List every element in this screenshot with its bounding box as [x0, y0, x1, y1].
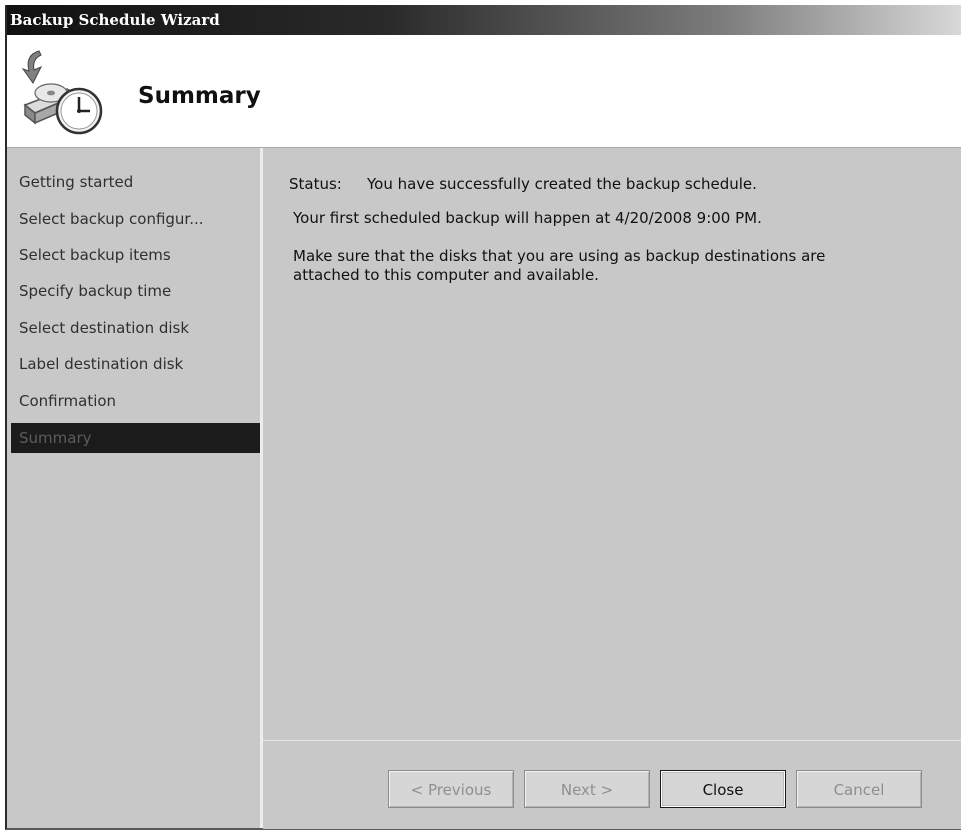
- nav-item-select-backup-items[interactable]: Select backup items: [11, 240, 260, 270]
- status-row: Status: You have successfully created the…: [289, 175, 757, 193]
- wizard-window: Backup Schedule Wizard Summary Getting s…: [5, 5, 961, 830]
- nav-item-confirmation[interactable]: Confirmation: [11, 386, 260, 416]
- nav-item-select-backup-configuration[interactable]: Select backup configur...: [11, 204, 260, 234]
- nav-item-summary[interactable]: Summary: [11, 423, 260, 453]
- status-label: Status:: [289, 175, 342, 193]
- summary-content: Status: You have successfully created the…: [263, 148, 961, 740]
- note-text-line-2: attached to this computer and available.: [293, 266, 599, 284]
- nav-item-getting-started[interactable]: Getting started: [11, 167, 260, 197]
- schedule-text: Your first scheduled backup will happen …: [293, 209, 762, 227]
- next-button[interactable]: Next >: [524, 770, 650, 808]
- nav-item-specify-backup-time[interactable]: Specify backup time: [11, 276, 260, 306]
- note-text-line-1: Make sure that the disks that you are us…: [293, 247, 826, 265]
- close-button[interactable]: Close: [660, 770, 786, 808]
- cancel-button[interactable]: Cancel: [796, 770, 922, 808]
- window-title: Backup Schedule Wizard: [7, 5, 961, 35]
- wizard-footer: < Previous Next > Close Cancel: [263, 740, 961, 829]
- previous-button[interactable]: < Previous: [388, 770, 514, 808]
- page-title: Summary: [138, 83, 261, 109]
- wizard-steps-nav: Getting started Select backup configur..…: [7, 148, 263, 828]
- backup-schedule-icon: [21, 50, 103, 135]
- nav-item-label-destination-disk[interactable]: Label destination disk: [11, 349, 260, 379]
- wizard-header: Summary: [7, 35, 961, 148]
- nav-item-select-destination-disk[interactable]: Select destination disk: [11, 313, 260, 343]
- status-text: You have successfully created the backup…: [367, 175, 757, 193]
